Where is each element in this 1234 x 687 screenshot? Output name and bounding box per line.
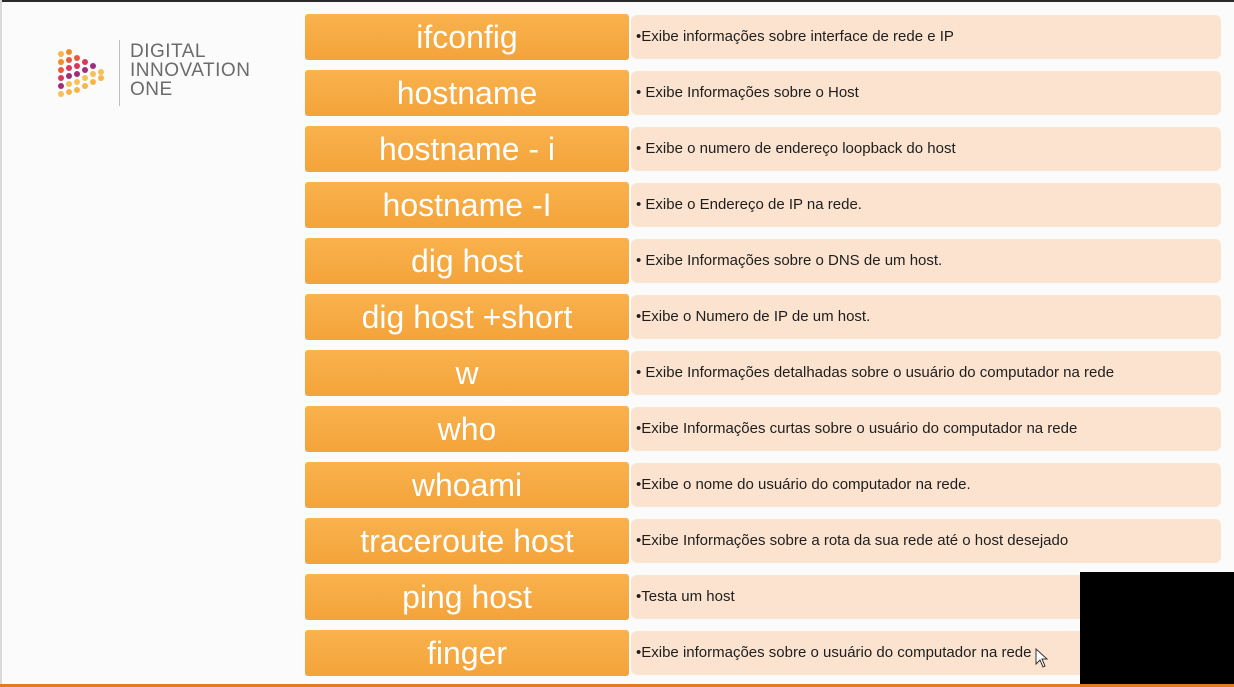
logo-dots-icon [58, 49, 104, 97]
logo-dot [98, 75, 104, 81]
logo-dot [66, 89, 72, 95]
command-description: • Exibe Informações sobre o Host [631, 71, 1221, 115]
command-description: •Exibe Informações curtas sobre o usuári… [631, 407, 1221, 451]
logo-dot [90, 71, 96, 77]
logo-dot [82, 67, 88, 73]
logo-dot [58, 67, 64, 73]
logo-dot [74, 55, 80, 61]
command-name: hostname [305, 70, 629, 116]
logo-divider [119, 40, 120, 106]
logo-dot [90, 79, 96, 85]
command-row: w • Exibe Informações detalhadas sobre o… [305, 350, 1221, 396]
command-description: • Exibe Informações detalhadas sobre o u… [631, 351, 1221, 395]
logo-text: DIGITAL INNOVATION ONE [130, 42, 250, 99]
logo-line-1: DIGITAL [130, 41, 206, 62]
command-row: dig host • Exibe Informações sobre o DNS… [305, 238, 1221, 284]
logo-dot [66, 57, 72, 63]
logo-line-2: INNOVATION [130, 60, 251, 81]
logo-dot [90, 63, 96, 69]
logo-dot [66, 49, 72, 55]
command-description: • Exibe o Endereço de IP na rede. [631, 183, 1221, 227]
command-description: • Exibe o numero de endereço loopback do… [631, 127, 1221, 171]
logo-dot [82, 83, 88, 89]
command-description: •Exibe informações sobre interface de re… [631, 15, 1221, 59]
logo-dot [58, 75, 64, 81]
command-row: dig host +short •Exibe o Numero de IP de… [305, 294, 1221, 340]
command-name: dig host [305, 238, 629, 284]
command-description: •Exibe Informações sobre a rota da sua r… [631, 519, 1221, 563]
command-description: •Exibe o nome do usuário do computador n… [631, 463, 1221, 507]
logo-dot [66, 81, 72, 87]
command-description: • Exibe Informações sobre o DNS de um ho… [631, 239, 1221, 283]
command-name: dig host +short [305, 294, 629, 340]
command-name: w [305, 350, 629, 396]
command-row: hostname - i • Exibe o numero de endereç… [305, 126, 1221, 172]
logo-dot [74, 79, 80, 85]
command-description: •Exibe o Numero de IP de um host. [631, 295, 1221, 339]
logo-dot [58, 83, 64, 89]
mouse-cursor-icon [1035, 648, 1049, 668]
logo-line-3: ONE [130, 79, 173, 100]
logo-dot [82, 59, 88, 65]
command-name: whoami [305, 462, 629, 508]
command-row: hostname -I • Exibe o Endereço de IP na … [305, 182, 1221, 228]
logo-dot [58, 91, 64, 97]
logo-dot [66, 73, 72, 79]
command-row: hostname • Exibe Informações sobre o Hos… [305, 70, 1221, 116]
left-border [0, 0, 2, 687]
logo-dot [66, 65, 72, 71]
top-border [0, 0, 1234, 2]
command-name: who [305, 406, 629, 452]
command-row: whoami •Exibe o nome do usuário do compu… [305, 462, 1221, 508]
logo-dot [82, 75, 88, 81]
logo-dot [74, 63, 80, 69]
logo: DIGITAL INNOVATION ONE [55, 40, 270, 110]
logo-dot [98, 69, 104, 75]
logo-dot [58, 51, 64, 57]
logo-dot [58, 59, 64, 65]
command-row: who •Exibe Informações curtas sobre o us… [305, 406, 1221, 452]
video-overlay [1080, 572, 1234, 687]
command-name: hostname -I [305, 182, 629, 228]
command-name: traceroute host [305, 518, 629, 564]
command-name: ifconfig [305, 14, 629, 60]
command-name: ping host [305, 574, 629, 620]
command-row: ifconfig •Exibe informações sobre interf… [305, 14, 1221, 60]
logo-dot [74, 87, 80, 93]
logo-dot [74, 71, 80, 77]
command-name: hostname - i [305, 126, 629, 172]
command-row: traceroute host •Exibe Informações sobre… [305, 518, 1221, 564]
command-name: finger [305, 630, 629, 676]
